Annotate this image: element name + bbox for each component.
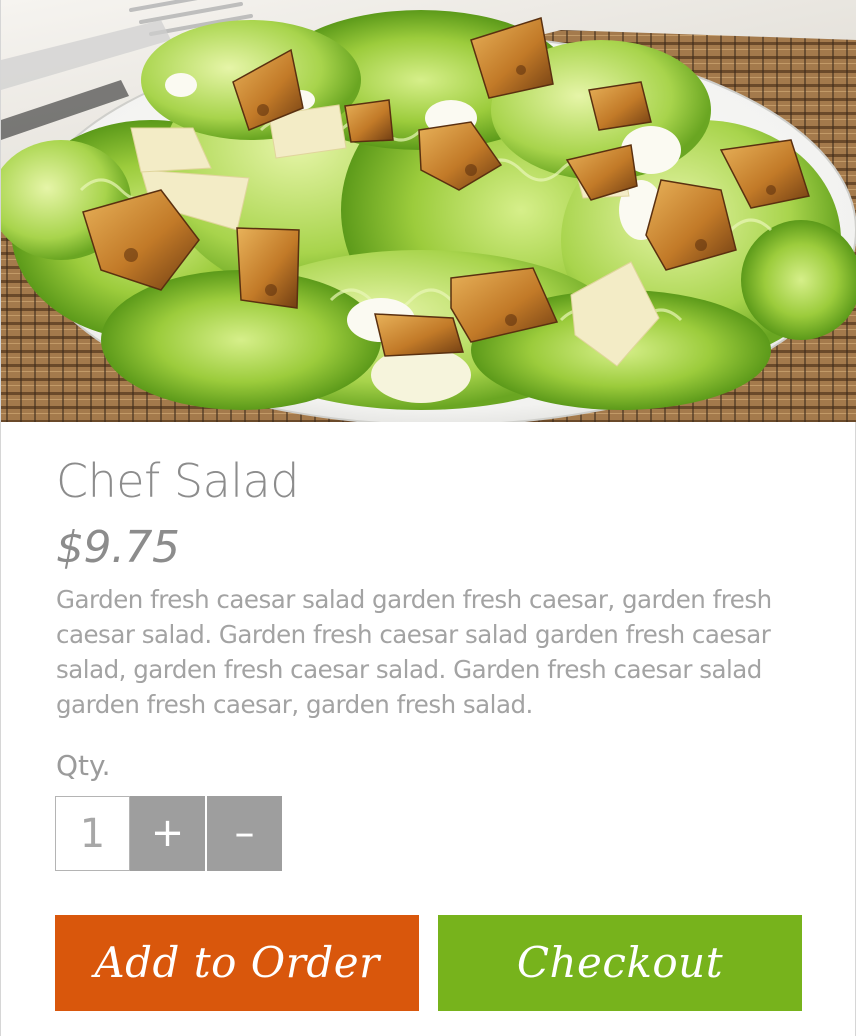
quantity-increment-button[interactable]: +	[130, 796, 205, 871]
quantity-decrement-button[interactable]: –	[207, 796, 282, 871]
product-title: Chef Salad	[56, 454, 299, 508]
product-image	[1, 0, 856, 422]
quantity-input[interactable]	[55, 796, 130, 871]
product-page: Chef Salad $9.75 Garden fresh caesar sal…	[0, 0, 856, 1036]
product-price: $9.75	[56, 522, 180, 573]
add-to-order-button[interactable]: Add to Order	[55, 915, 419, 1011]
salad-illustration	[1, 0, 856, 422]
quantity-label: Qty.	[56, 749, 111, 782]
checkout-button[interactable]: Checkout	[438, 915, 802, 1011]
product-description: Garden fresh caesar salad garden fresh c…	[56, 585, 772, 719]
